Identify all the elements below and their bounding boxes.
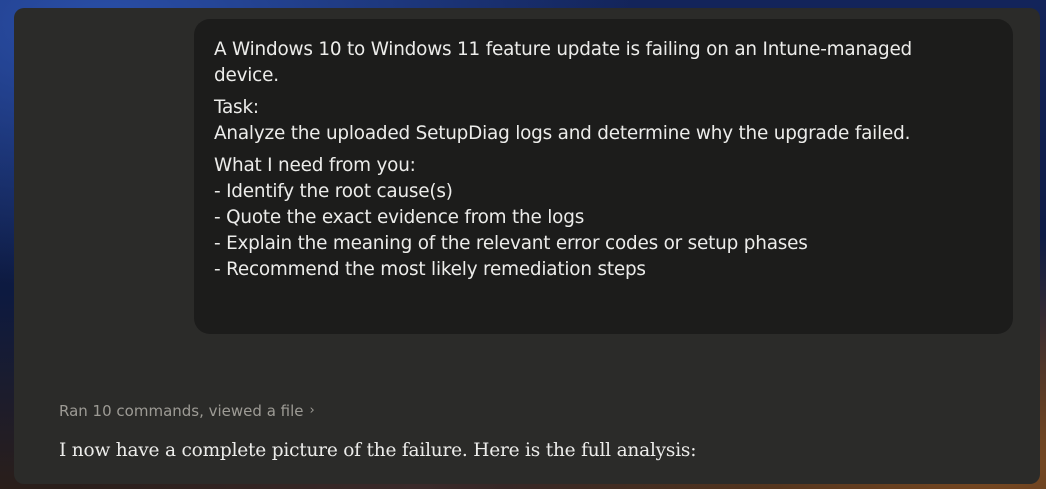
needs-item: - Explain the meaning of the relevant er… [214, 233, 808, 254]
chevron-right-icon: › [309, 402, 315, 418]
assistant-message-text: I now have a complete picture of the fai… [59, 440, 697, 461]
needs-item: - Quote the exact evidence from the logs [214, 207, 585, 228]
tool-summary-label: Ran 10 commands, viewed a file [59, 402, 304, 420]
tool-summary-toggle[interactable]: Ran 10 commands, viewed a file › [59, 402, 315, 420]
needs-heading: What I need from you: [214, 155, 416, 176]
needs-item: - Recommend the most likely remediation … [214, 259, 646, 280]
user-message-intro-line-1: A Windows 10 to Windows 11 feature updat… [214, 39, 913, 60]
user-message-bubble: A Windows 10 to Windows 11 feature updat… [194, 19, 1013, 334]
user-message-intro-line-2: device. [214, 65, 279, 86]
task-body: Analyze the uploaded SetupDiag logs and … [214, 123, 911, 144]
task-heading: Task: [214, 97, 259, 118]
needs-item: - Identify the root cause(s) [214, 181, 453, 202]
chat-window: A Windows 10 to Windows 11 feature updat… [14, 8, 1040, 484]
